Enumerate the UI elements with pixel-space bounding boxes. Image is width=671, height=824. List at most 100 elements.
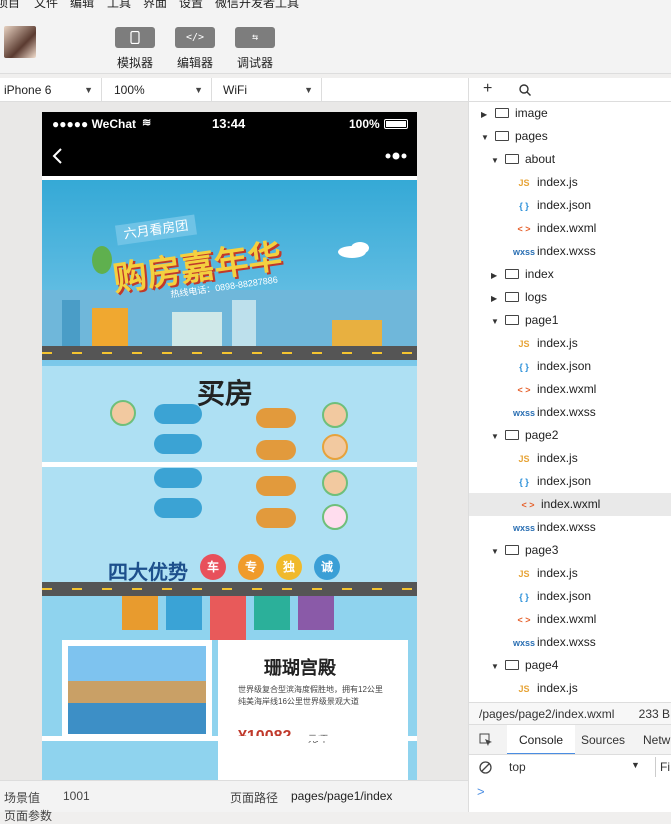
tag (122, 596, 158, 630)
back-icon[interactable] (52, 148, 64, 164)
caret-right-icon[interactable]: ▶ (481, 103, 491, 126)
editor-button[interactable]: </> 编辑器 (175, 27, 215, 71)
file-item[interactable]: JS index.js (469, 171, 671, 194)
zoom-select[interactable]: 100% ▼ (109, 78, 212, 102)
file-item[interactable]: JS index.js (469, 677, 671, 700)
context-select[interactable]: top (509, 760, 526, 774)
chat-bubble (154, 434, 202, 454)
folder-item[interactable]: ▶ logs (469, 286, 671, 309)
caret-down-icon[interactable]: ▼ (491, 425, 501, 448)
path-value[interactable]: pages/page1/index (291, 789, 392, 803)
folder-item[interactable]: ▶ index (469, 263, 671, 286)
file-item[interactable]: < > index.wxml (469, 378, 671, 401)
network-select[interactable]: WiFi ▼ (218, 78, 322, 102)
page-content: 六月看房团 购房嘉年华 热线电话：0898-88287886 买房 四大优势 车… (42, 176, 417, 780)
tree-item-label: index.wxml (541, 497, 601, 511)
js-file-icon: JS (518, 684, 530, 694)
wxss-file-icon: wxss (513, 523, 536, 533)
file-size: 233 B (638, 707, 670, 721)
inspect-icon[interactable] (479, 733, 493, 747)
bottom-bar: 场景值 1001 页面路径 pages/page1/index 页面参数 (0, 780, 468, 823)
avatar[interactable] (4, 26, 36, 58)
file-item[interactable]: { } index.json (469, 355, 671, 378)
json-file-icon: { } (519, 477, 529, 487)
filter-input[interactable]: Fi (655, 757, 670, 777)
caret-down-icon[interactable]: ▼ (491, 540, 501, 563)
chevron-down-icon: ▼ (304, 85, 313, 95)
tree-item-label: index.wxss (537, 244, 596, 258)
folder-item[interactable]: ▼ page3 (469, 539, 671, 562)
caret-down-icon[interactable]: ▼ (491, 149, 501, 172)
simulator-button[interactable]: 模拟器 (115, 27, 155, 71)
folder-open-icon (505, 545, 519, 555)
tree-item-label: about (525, 152, 556, 166)
folder-item[interactable]: ▼ page1 (469, 309, 671, 332)
tree-item-label: index.js (537, 451, 578, 465)
console-prompt[interactable]: > (477, 784, 485, 799)
chat-bubble (154, 498, 202, 518)
caret-right-icon[interactable]: ▶ (491, 287, 501, 310)
network-value: WiFi (223, 83, 247, 97)
caret-down-icon[interactable]: ▼ (491, 655, 501, 678)
folder-item[interactable]: ▶ image (469, 102, 671, 125)
tag (254, 596, 290, 630)
road (42, 346, 417, 360)
tree-item-label: index.js (537, 175, 578, 189)
adv-badge: 车 (200, 554, 226, 580)
more-icon[interactable] (385, 152, 407, 160)
tab-network[interactable]: Netw (643, 725, 670, 755)
caret-down-icon[interactable]: ▼ (491, 310, 501, 333)
debugger-button[interactable]: ⇆ 调试器 (235, 27, 275, 71)
caret-down-icon[interactable]: ▼ (481, 126, 491, 149)
file-item[interactable]: wxss index.wxss (469, 401, 671, 424)
tree-item-label: page2 (525, 428, 559, 442)
file-item[interactable]: { } index.json (469, 470, 671, 493)
resort-desc: 世界级复合型滨海度假胜地，拥有12公里纯美海岸线16公里世界级景观大道 (238, 685, 383, 706)
scene-value[interactable]: 1001 (63, 789, 90, 803)
carrier: ●●●●● WeChat (52, 117, 137, 131)
file-item[interactable]: wxss index.wxss (469, 516, 671, 539)
avatar-icon (110, 400, 136, 426)
device-select[interactable]: iPhone 6 ▼ (0, 78, 102, 102)
file-item[interactable]: { } index.json (469, 194, 671, 217)
editor-label: 编辑器 (176, 56, 213, 70)
tree-item-label: index.js (537, 681, 578, 695)
buy-title: 买房 (197, 378, 254, 409)
file-item[interactable]: { } index.json (469, 585, 671, 608)
scene-label: 场景值 (4, 791, 41, 805)
file-item[interactable]: JS index.js (469, 332, 671, 355)
clear-icon[interactable] (479, 761, 492, 774)
file-item[interactable]: < > index.wxml (469, 608, 671, 631)
add-icon[interactable]: + (483, 80, 492, 98)
tab-sources[interactable]: Sources (581, 725, 625, 755)
file-item[interactable]: < > index.wxml (469, 493, 671, 516)
tree-item-label: logs (525, 290, 548, 304)
search-icon[interactable] (519, 84, 531, 96)
banner-image: 六月看房团 购房嘉年华 热线电话：0898-88287886 (42, 180, 417, 366)
caret-right-icon[interactable]: ▶ (491, 264, 501, 287)
file-item[interactable]: wxss index.wxss (469, 631, 671, 654)
folder-item[interactable]: ▼ about (469, 148, 671, 171)
folder-open-icon (505, 315, 519, 325)
file-tree: ▶ image ▼ pages ▼ about JS index.js { } index.jso… (469, 102, 671, 702)
file-item[interactable]: JS index.js (469, 562, 671, 585)
folder-item[interactable]: ▼ page2 (469, 424, 671, 447)
nav-bar (42, 136, 417, 176)
folder-item[interactable]: ▼ pages (469, 125, 671, 148)
status-time: 13:44 (212, 116, 246, 131)
file-item[interactable]: JS index.js (469, 447, 671, 470)
tree-item-label: index.json (537, 474, 592, 488)
tag (298, 596, 334, 630)
chevron-down-icon: ▼ (194, 85, 203, 95)
file-item[interactable]: < > index.wxml (469, 217, 671, 240)
folder-item[interactable]: ▼ page4 (469, 654, 671, 677)
params-label: 页面参数 (4, 809, 53, 823)
wxss-file-icon: wxss (513, 638, 536, 648)
tree-item-label: index.wxml (537, 221, 597, 235)
file-item[interactable]: wxss index.wxss (469, 240, 671, 263)
resort-name: 珊瑚宫殿 (264, 658, 336, 678)
tree-item-label: page3 (525, 543, 559, 557)
tab-console[interactable]: Console (507, 725, 576, 755)
resort-section: 珊瑚宫殿 世界级复合型滨海度假胜地，拥有12公里纯美海岸线16公里世界级景观大道… (42, 596, 417, 780)
tree-item-label: pages (515, 129, 548, 143)
